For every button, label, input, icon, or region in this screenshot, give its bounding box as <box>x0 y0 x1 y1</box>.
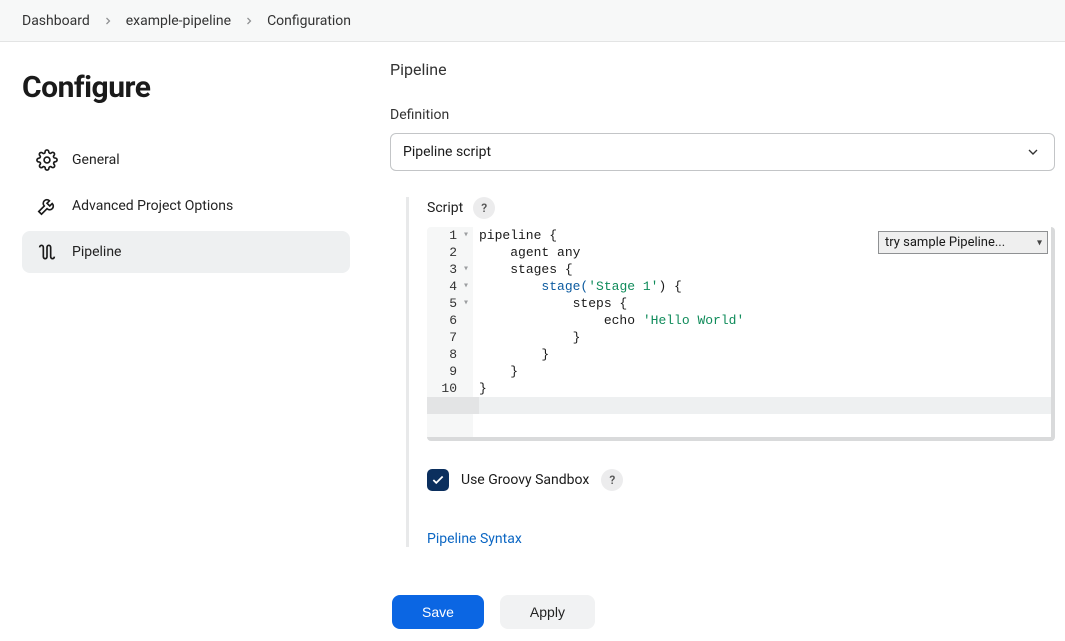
definition-label: Definition <box>390 107 1055 123</box>
save-button[interactable]: Save <box>392 595 484 629</box>
script-help-button[interactable]: ? <box>473 197 495 219</box>
chevron-down-icon <box>1025 144 1041 160</box>
section-title: Pipeline <box>390 60 1055 79</box>
sidebar-item-label: Advanced Project Options <box>72 198 233 214</box>
apply-button[interactable]: Apply <box>500 595 595 629</box>
sidebar-item-label: Pipeline <box>72 244 122 260</box>
sample-pipeline-select-value: try sample Pipeline... <box>885 235 1005 250</box>
side-nav: General Advanced Project Options Pipelin… <box>22 139 362 273</box>
sandbox-checkbox[interactable] <box>427 469 449 491</box>
sidebar-item-general[interactable]: General <box>22 139 350 181</box>
chevron-down-icon: ▾ <box>1037 237 1042 248</box>
script-block: Script ? 1▾23▾4▾5▾67891011 pipeline { ag… <box>406 197 1055 547</box>
script-label: Script <box>427 200 463 216</box>
page-title: Configure <box>22 70 362 105</box>
wrench-icon <box>36 195 58 217</box>
sample-pipeline-select[interactable]: try sample Pipeline... ▾ <box>878 231 1048 254</box>
pipeline-icon <box>36 241 58 263</box>
definition-select[interactable]: Pipeline script <box>390 133 1055 171</box>
main-content: Pipeline Definition Pipeline script Scri… <box>372 42 1065 583</box>
definition-select-value: Pipeline script <box>403 144 491 160</box>
sidebar: Configure General Advanced Project Opti <box>0 42 372 583</box>
breadcrumb-item-configuration[interactable]: Configuration <box>263 9 355 33</box>
chevron-right-icon <box>243 15 255 27</box>
editor-code-area[interactable]: pipeline { agent any stages { stage('Sta… <box>473 227 1051 437</box>
breadcrumb: Dashboard example-pipeline Configuration <box>0 0 1065 42</box>
sandbox-help-button[interactable]: ? <box>601 469 623 491</box>
sidebar-item-label: General <box>72 152 120 168</box>
breadcrumb-item-dashboard[interactable]: Dashboard <box>18 9 94 33</box>
sandbox-label: Use Groovy Sandbox <box>461 472 589 488</box>
gear-icon <box>36 149 58 171</box>
chevron-right-icon <box>102 15 114 27</box>
breadcrumb-item-pipeline[interactable]: example-pipeline <box>122 9 235 33</box>
sidebar-item-advanced[interactable]: Advanced Project Options <box>22 185 350 227</box>
pipeline-syntax-link[interactable]: Pipeline Syntax <box>427 531 522 547</box>
code-editor[interactable]: 1▾23▾4▾5▾67891011 pipeline { agent any s… <box>427 227 1055 441</box>
sidebar-item-pipeline[interactable]: Pipeline <box>22 231 350 273</box>
footer-actions: Save Apply <box>0 583 1065 641</box>
